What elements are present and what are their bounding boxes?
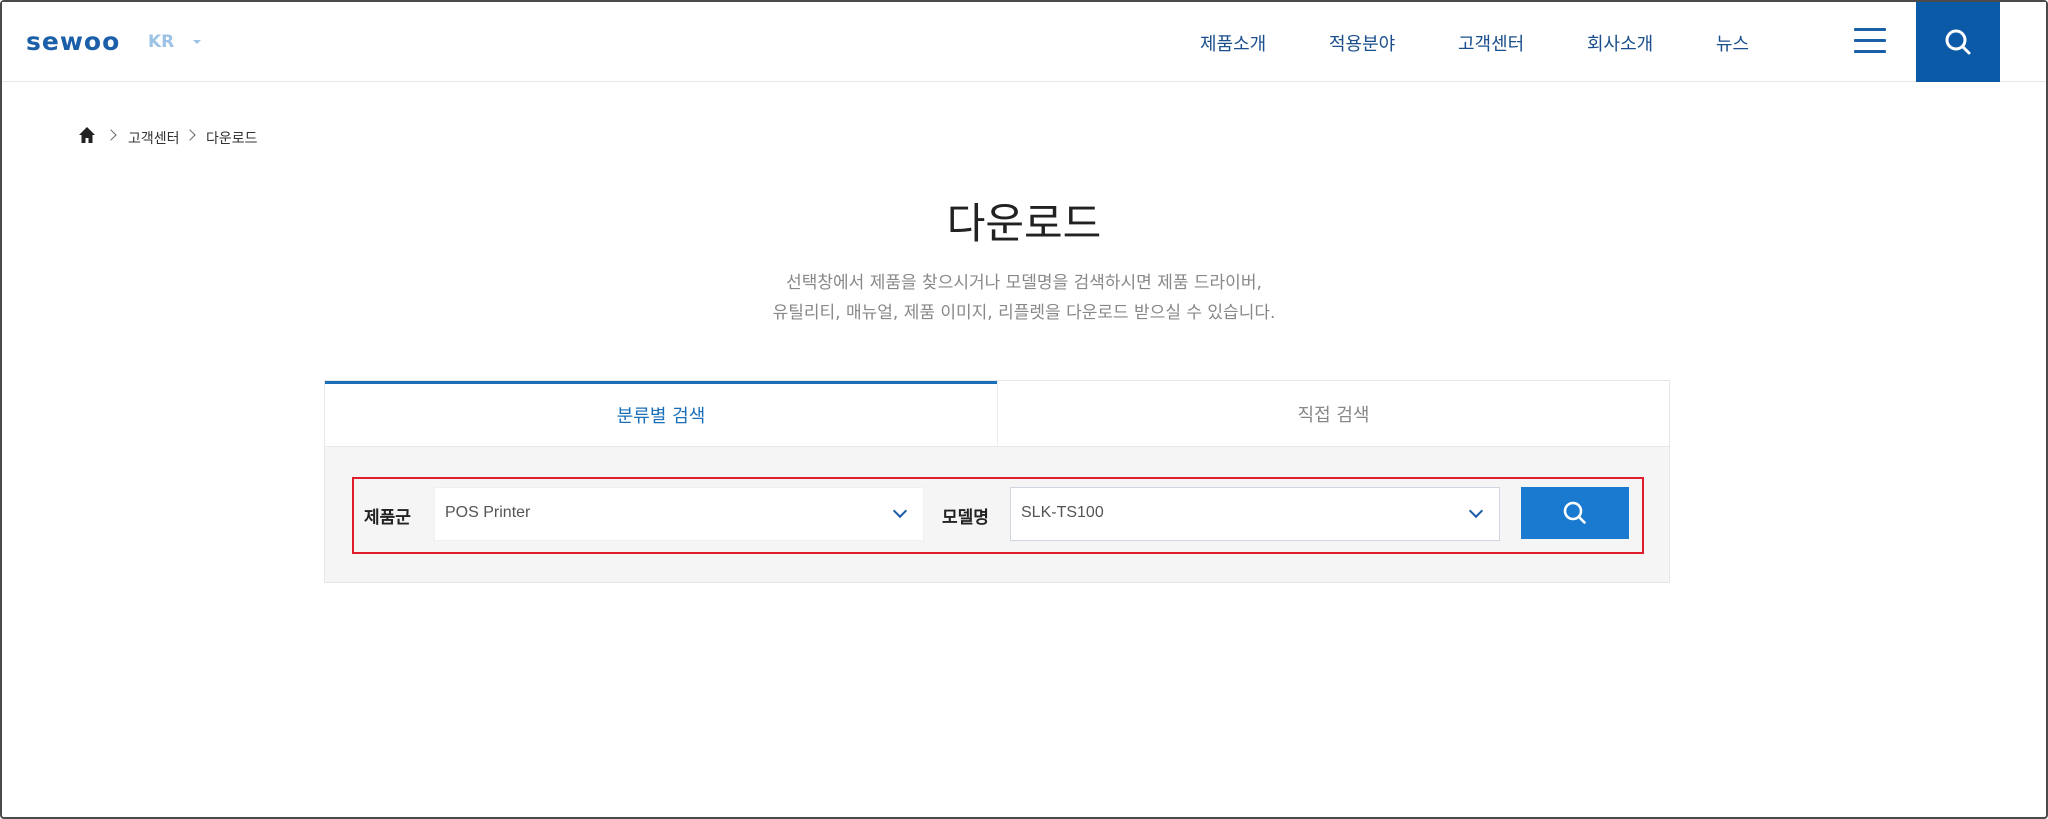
tab-category-search[interactable]: 분류별 검색 — [325, 381, 997, 446]
tab-direct-search[interactable]: 직접 검색 — [997, 381, 1669, 446]
product-group-value: POS Printer — [445, 504, 531, 521]
page-title: 다운로드 — [946, 199, 1102, 248]
search-icon — [1945, 29, 1971, 55]
breadcrumb-download[interactable]: 다운로드 — [206, 128, 258, 148]
page-description-line2: 유틸리티, 매뉴얼, 제품 이미지, 리플렛을 다운로드 받으실 수 있습니다. — [772, 303, 1276, 323]
hamburger-menu-icon[interactable] — [1854, 28, 1886, 54]
model-select[interactable]: SLK-TS100 — [1010, 487, 1500, 541]
search-tabs: 분류별 검색 직접 검색 — [325, 381, 1669, 446]
product-group-select[interactable]: POS Printer — [434, 487, 924, 541]
chevron-down-icon — [892, 503, 908, 519]
download-search-panel: 분류별 검색 직접 검색 제품군 POS Printer 모델명 SLK-TS1… — [324, 380, 1670, 583]
category-search-form: 제품군 POS Printer 모델명 SLK-TS100 — [352, 477, 1644, 554]
nav-applications[interactable]: 적용분야 — [1329, 30, 1395, 56]
nav-products[interactable]: 제품소개 — [1200, 30, 1266, 56]
breadcrumb-support[interactable]: 고객센터 — [128, 128, 180, 148]
tab-divider — [325, 446, 1669, 447]
nav-news[interactable]: 뉴스 — [1716, 30, 1749, 56]
header-search-button[interactable] — [1916, 2, 2000, 82]
model-label: 모델명 — [942, 508, 989, 528]
nav-company[interactable]: 회사소개 — [1587, 30, 1653, 56]
model-value: SLK-TS100 — [1021, 504, 1104, 521]
sewoo-logo[interactable]: sewoo — [26, 27, 120, 56]
nav-support[interactable]: 고객센터 — [1458, 30, 1524, 56]
language-selector[interactable]: KR — [148, 32, 174, 52]
home-icon[interactable] — [78, 126, 96, 144]
page-description-line1: 선택창에서 제품을 찾으시거나 모델명을 검색하시면 제품 드라이버, — [786, 273, 1262, 293]
search-icon — [1563, 501, 1586, 524]
product-group-label: 제품군 — [364, 508, 411, 528]
caret-down-icon[interactable] — [193, 40, 201, 44]
site-header: sewoo KR 제품소개 적용분야 고객센터 회사소개 뉴스 — [2, 2, 2046, 82]
chevron-down-icon — [1468, 503, 1484, 519]
search-submit-button[interactable] — [1521, 487, 1629, 539]
